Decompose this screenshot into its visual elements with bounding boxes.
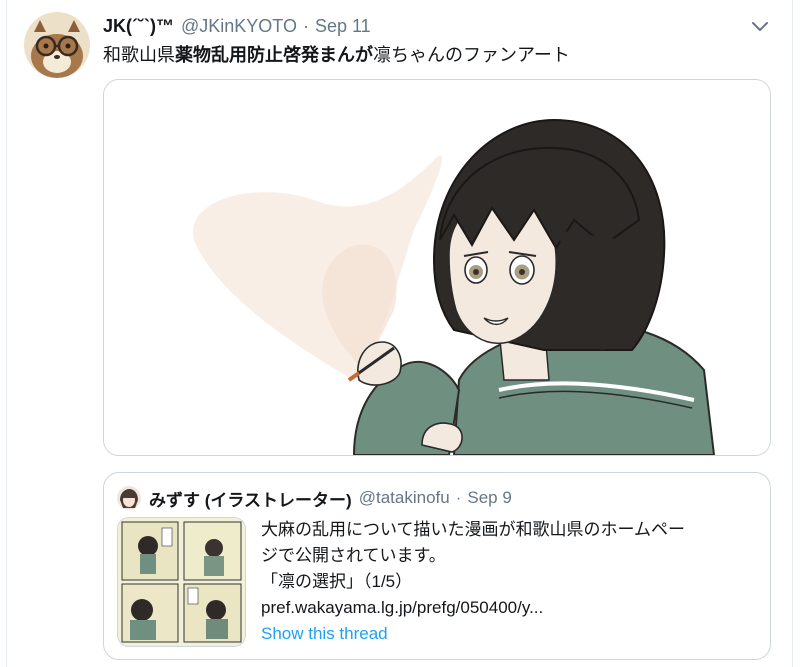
tweet-text-bold: 薬物乱用防止啓発まんが: [175, 45, 373, 65]
quoted-media-thumbnail[interactable]: [117, 517, 246, 647]
chevron-down-icon: [752, 22, 768, 31]
illustration-image: [104, 80, 770, 455]
avatar-icon: [117, 486, 141, 510]
header-separator: ·: [302, 15, 309, 36]
tweet-text-suffix: 凛ちゃんのファンアート: [373, 45, 570, 65]
quoted-link[interactable]: pref.wakayama.lg.jp/prefg/050400/y...: [261, 595, 761, 621]
quoted-text-line-2: ジで公開されています。: [261, 546, 446, 565]
quoted-header-separator: ·: [455, 488, 462, 507]
tweet-media[interactable]: [103, 79, 771, 456]
quoted-author-handle[interactable]: @tatakinofu: [359, 488, 450, 508]
author-name[interactable]: JK(´˘`)™: [103, 16, 174, 37]
quoted-text-line-1: 大麻の乱用について描いた漫画が和歌山県のホームペー: [261, 520, 685, 539]
raccoon-avatar-icon: [24, 12, 90, 78]
quoted-text-line-3: 「凛の選択」（1/5）: [261, 572, 413, 591]
quoted-author-avatar[interactable]: [117, 486, 141, 510]
author-avatar[interactable]: [24, 12, 90, 78]
manga-page-icon: [118, 518, 245, 646]
timeline-border-right: [792, 0, 793, 667]
author-handle[interactable]: @JKinKYOTO: [181, 16, 297, 37]
quoted-author-name[interactable]: みずす (イラストレーター): [149, 486, 352, 511]
quoted-text: 大麻の乱用について描いた漫画が和歌山県のホームペー ジで公開されています。 「凛…: [261, 517, 761, 621]
quoted-header: みずす (イラストレーター) @tatakinofu · Sep 9: [149, 486, 512, 510]
show-thread-link[interactable]: Show this thread: [261, 624, 388, 644]
timeline-border-left: [6, 0, 7, 667]
tweet-text: 和歌山県薬物乱用防止啓発まんが凛ちゃんのファンアート: [103, 41, 570, 67]
tweet-menu-button[interactable]: [748, 14, 772, 38]
tweet-text-prefix: 和歌山県: [103, 45, 175, 65]
quoted-date[interactable]: Sep 9: [467, 488, 511, 508]
tweet-header: JK(´˘`)™ @JKinKYOTO · Sep 11: [103, 13, 371, 39]
tweet-date[interactable]: Sep 11: [315, 16, 371, 37]
quoted-tweet[interactable]: みずす (イラストレーター) @tatakinofu · Sep 9 大麻の乱用…: [103, 472, 771, 660]
